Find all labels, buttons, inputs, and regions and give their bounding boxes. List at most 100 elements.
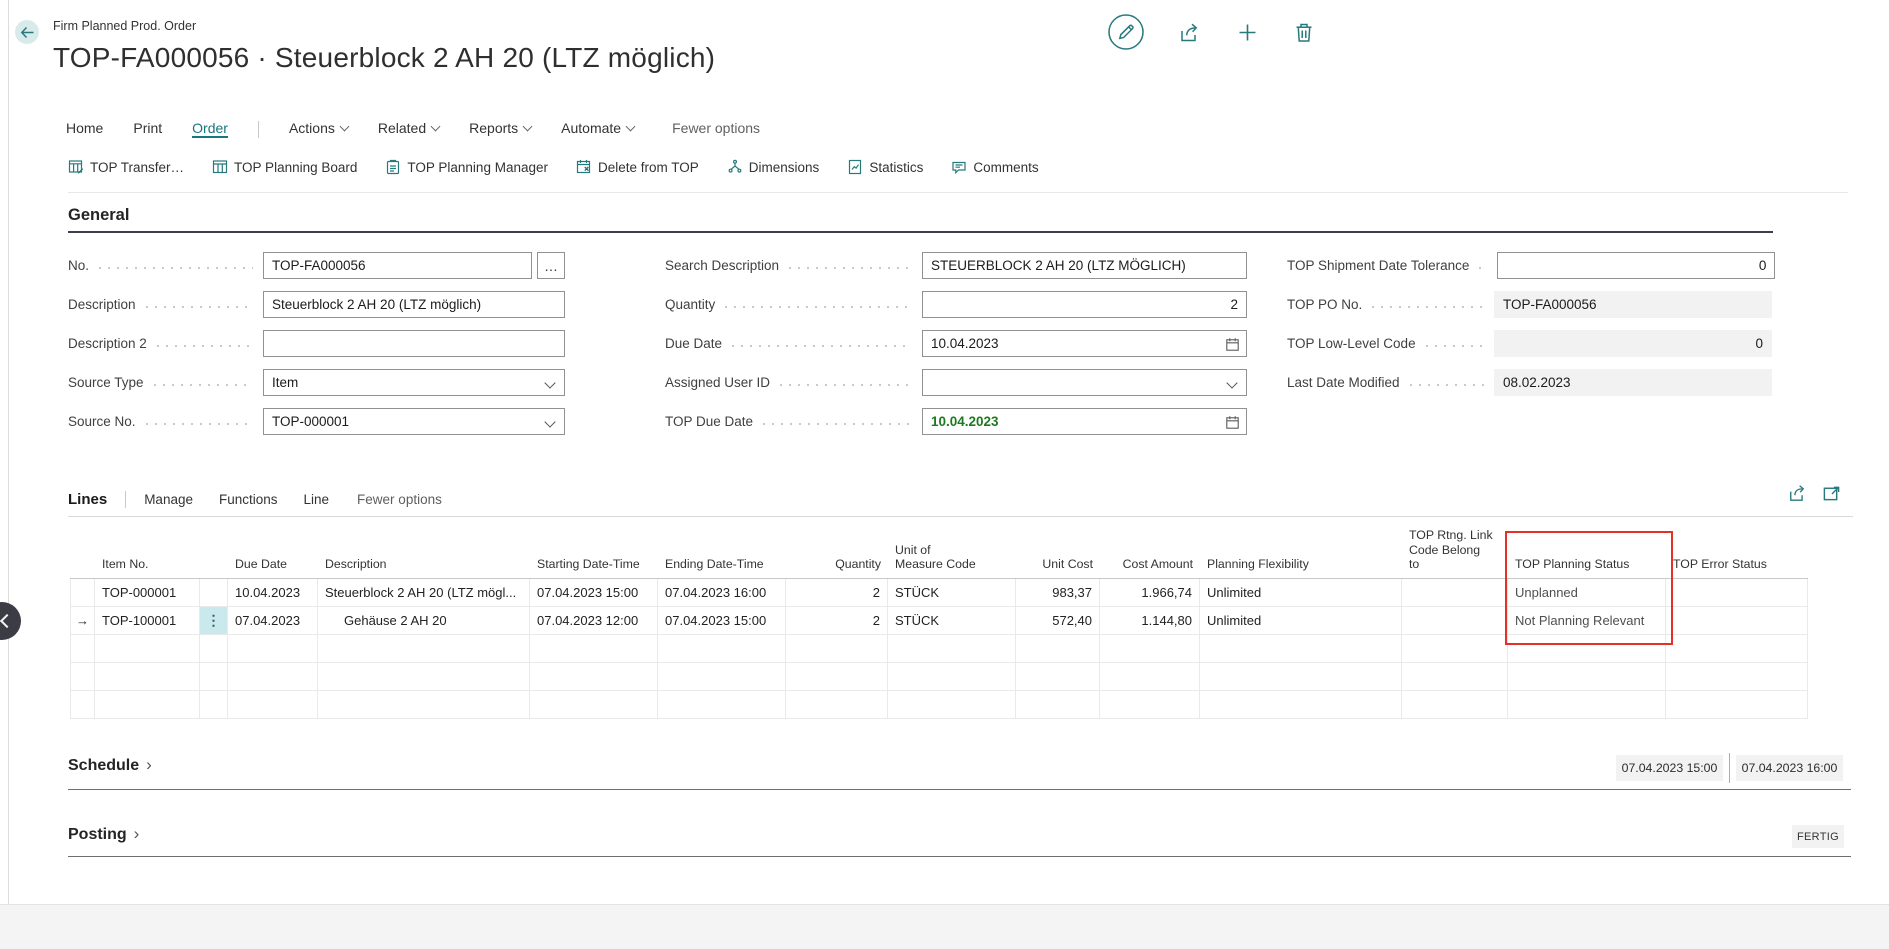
- delete-button[interactable]: [1293, 21, 1315, 44]
- cell-top-rtng-link[interactable]: [1402, 579, 1508, 607]
- lines-menu-line[interactable]: Line: [304, 492, 330, 507]
- empty-cell[interactable]: [95, 635, 200, 663]
- top-planning-manager-button[interactable]: TOP Planning Manager: [385, 159, 548, 175]
- empty-cell[interactable]: [530, 663, 658, 691]
- empty-cell[interactable]: [658, 691, 786, 719]
- description-2-input[interactable]: [263, 330, 565, 357]
- empty-cell[interactable]: [1016, 635, 1100, 663]
- empty-cell[interactable]: [658, 663, 786, 691]
- header-cost-amount[interactable]: Cost Amount: [1100, 528, 1200, 579]
- empty-cell[interactable]: [888, 635, 1016, 663]
- lines-menu-manage[interactable]: Manage: [144, 492, 193, 507]
- general-heading[interactable]: General: [68, 206, 129, 225]
- quantity-input[interactable]: 2: [922, 291, 1247, 318]
- cell-row-menu[interactable]: [200, 579, 228, 607]
- cell-unit-cost[interactable]: 983,37: [1016, 579, 1100, 607]
- header-unit-cost[interactable]: Unit Cost: [1016, 528, 1100, 579]
- empty-cell[interactable]: [888, 691, 1016, 719]
- menu-print[interactable]: Print: [133, 120, 162, 138]
- menu-order[interactable]: Order: [192, 120, 228, 138]
- header-planning-flexibility[interactable]: Planning Flexibility: [1200, 528, 1402, 579]
- cell-item-no[interactable]: TOP-000001: [95, 579, 200, 607]
- header-starting-date-time[interactable]: Starting Date-Time: [530, 528, 658, 579]
- search-description-input[interactable]: STEUERBLOCK 2 AH 20 (LTZ MÖGLICH): [922, 252, 1247, 279]
- cell-starting[interactable]: 07.04.2023 12:00: [530, 607, 658, 635]
- lines-share-button[interactable]: [1788, 483, 1808, 507]
- cell-item-no[interactable]: TOP-100001: [95, 607, 200, 635]
- source-no-select[interactable]: TOP-000001: [263, 408, 565, 435]
- lines-heading[interactable]: Lines: [68, 491, 107, 508]
- empty-cell[interactable]: [786, 635, 888, 663]
- top-transfer-button[interactable]: TOP Transfer…: [68, 159, 184, 175]
- cell-unit-cost[interactable]: 572,40: [1016, 607, 1100, 635]
- cell-indicator[interactable]: [70, 579, 95, 607]
- empty-cell[interactable]: [1200, 691, 1402, 719]
- header-top-rtng-link[interactable]: TOP Rtng. Link Code Belong to: [1402, 528, 1508, 579]
- empty-cell[interactable]: [70, 691, 95, 719]
- cell-quantity[interactable]: 2: [786, 607, 888, 635]
- empty-cell[interactable]: [1016, 691, 1100, 719]
- cell-cost-amount[interactable]: 1.966,74: [1100, 579, 1200, 607]
- lines-menu-functions[interactable]: Functions: [219, 492, 278, 507]
- cell-starting[interactable]: 07.04.2023 15:00: [530, 579, 658, 607]
- edit-button[interactable]: [1107, 13, 1145, 51]
- statistics-button[interactable]: Statistics: [847, 159, 923, 175]
- cell-row-menu-selected[interactable]: ⋮: [200, 607, 228, 635]
- header-top-error-status[interactable]: TOP Error Status: [1666, 528, 1808, 579]
- header-item-no[interactable]: Item No.: [95, 528, 200, 579]
- header-due-date[interactable]: Due Date: [228, 528, 318, 579]
- header-ending-date-time[interactable]: Ending Date-Time: [658, 528, 786, 579]
- empty-cell[interactable]: [1402, 691, 1508, 719]
- empty-cell[interactable]: [95, 663, 200, 691]
- empty-cell[interactable]: [1508, 663, 1666, 691]
- menu-reports[interactable]: Reports: [469, 120, 531, 138]
- empty-cell[interactable]: [318, 691, 530, 719]
- empty-cell[interactable]: [1666, 691, 1808, 719]
- empty-cell[interactable]: [70, 635, 95, 663]
- top-shipment-date-tolerance-input[interactable]: 0: [1497, 252, 1775, 279]
- empty-cell[interactable]: [786, 691, 888, 719]
- cell-top-error-status[interactable]: [1666, 607, 1808, 635]
- empty-cell[interactable]: [1200, 663, 1402, 691]
- cell-ending[interactable]: 07.04.2023 16:00: [658, 579, 786, 607]
- cell-due-date[interactable]: 07.04.2023: [228, 607, 318, 635]
- empty-cell[interactable]: [318, 635, 530, 663]
- share-button[interactable]: [1179, 21, 1202, 43]
- calendar-icon[interactable]: [1225, 415, 1240, 430]
- no-input[interactable]: TOP-FA000056: [263, 252, 532, 279]
- header-description[interactable]: Description: [318, 528, 530, 579]
- empty-cell[interactable]: [530, 691, 658, 719]
- header-top-planning-status[interactable]: TOP Planning Status: [1508, 528, 1666, 579]
- menu-related[interactable]: Related: [378, 120, 439, 138]
- cell-description[interactable]: Gehäuse 2 AH 20: [318, 607, 530, 635]
- menu-fewer-options[interactable]: Fewer options: [672, 120, 760, 138]
- top-due-date-input[interactable]: 10.04.2023: [922, 408, 1247, 435]
- empty-cell[interactable]: [1100, 635, 1200, 663]
- due-date-input[interactable]: 10.04.2023: [922, 330, 1247, 357]
- empty-cell[interactable]: [1508, 691, 1666, 719]
- empty-cell[interactable]: [228, 663, 318, 691]
- empty-cell[interactable]: [1402, 635, 1508, 663]
- empty-cell[interactable]: [1508, 635, 1666, 663]
- empty-cell[interactable]: [1100, 663, 1200, 691]
- cell-indicator-active[interactable]: →: [70, 607, 95, 635]
- description-input[interactable]: Steuerblock 2 AH 20 (LTZ möglich): [263, 291, 565, 318]
- back-button[interactable]: [15, 20, 39, 44]
- delete-from-top-button[interactable]: Delete from TOP: [576, 159, 699, 175]
- empty-cell[interactable]: [228, 691, 318, 719]
- empty-cell[interactable]: [1666, 663, 1808, 691]
- cell-top-planning-status[interactable]: Unplanned: [1508, 579, 1666, 607]
- collapse-sidebar-handle[interactable]: [0, 602, 21, 640]
- header-quantity[interactable]: Quantity: [786, 528, 888, 579]
- empty-cell[interactable]: [228, 635, 318, 663]
- empty-cell[interactable]: [1402, 663, 1508, 691]
- cell-ending[interactable]: 07.04.2023 15:00: [658, 607, 786, 635]
- menu-home[interactable]: Home: [66, 120, 103, 138]
- empty-cell[interactable]: [888, 663, 1016, 691]
- empty-cell[interactable]: [530, 635, 658, 663]
- source-type-select[interactable]: Item: [263, 369, 565, 396]
- empty-cell[interactable]: [318, 663, 530, 691]
- empty-cell[interactable]: [200, 691, 228, 719]
- empty-cell[interactable]: [1200, 635, 1402, 663]
- assigned-user-id-select[interactable]: [922, 369, 1247, 396]
